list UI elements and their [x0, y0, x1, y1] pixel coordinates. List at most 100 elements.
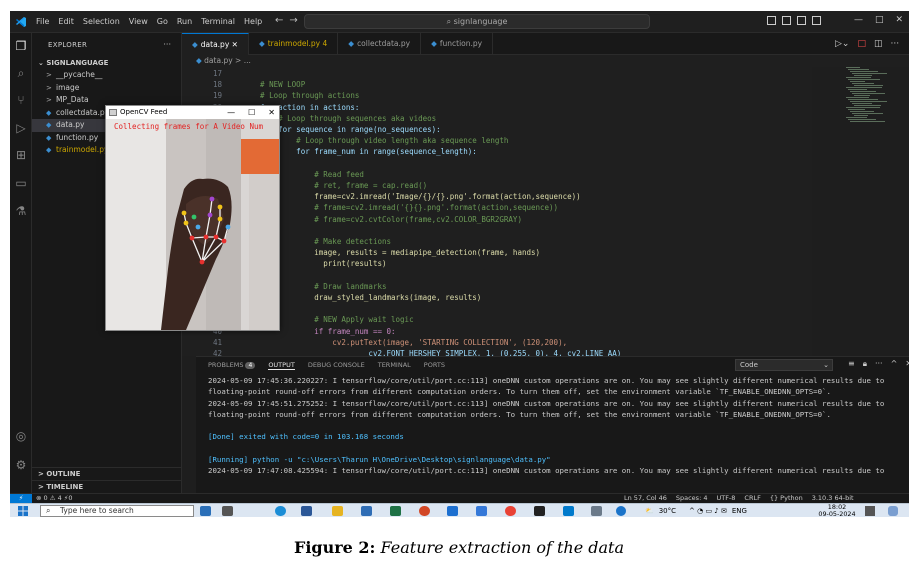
explorer-more-button[interactable]: ···	[163, 33, 171, 57]
status-item[interactable]: 3.10.3 64-bit	[812, 494, 854, 503]
line-number: 41	[212, 337, 222, 347]
menu-item-view[interactable]: View	[129, 17, 148, 26]
search-icon[interactable]: ⌕	[14, 66, 28, 80]
menu-item-selection[interactable]: Selection	[83, 17, 120, 26]
editor-tab[interactable]: ◆ collectdata.py	[338, 33, 422, 55]
file-explorer-icon[interactable]	[332, 506, 343, 516]
status-item[interactable]: Ln 57, Col 46	[624, 494, 667, 503]
opencv-close-button[interactable]: ✕	[268, 106, 275, 119]
taskbar-app-icon[interactable]	[200, 506, 211, 516]
toggle-secondary-sidebar-icon[interactable]	[797, 16, 806, 25]
task-view-icon[interactable]	[222, 506, 233, 516]
panel-tab-ports[interactable]: PORTS	[424, 361, 445, 369]
status-item[interactable]: Spaces: 4	[676, 494, 708, 503]
file-tree-item[interactable]: > __pycache__	[32, 69, 181, 82]
help-icon[interactable]	[616, 506, 626, 516]
notifications-icon[interactable]	[865, 506, 875, 516]
panel-tab-problems[interactable]: PROBLEMS 4	[208, 361, 256, 369]
explorer-icon[interactable]: ❐	[14, 39, 28, 53]
file-tree-label: trainmodel.py	[56, 145, 109, 154]
menu-item-terminal[interactable]: Terminal	[201, 17, 235, 26]
powerpoint-icon[interactable]	[419, 506, 430, 516]
opencv-maximize-button[interactable]: ☐	[248, 106, 255, 119]
testing-icon[interactable]: ⚗	[14, 204, 28, 218]
status-item[interactable]: {} Python	[770, 494, 803, 503]
opencv-feed-window[interactable]: OpenCV Feed — ☐ ✕ Collecting frames for …	[105, 105, 280, 331]
output-channel-select[interactable]: Code ⌄	[735, 359, 833, 371]
toggle-sidebar-icon[interactable]	[767, 16, 776, 25]
word-icon[interactable]	[301, 506, 312, 516]
opencv-title-bar[interactable]: OpenCV Feed — ☐ ✕	[106, 106, 279, 119]
editor-tab[interactable]: ◆ trainmodel.py 4	[249, 33, 339, 55]
split-editor-icon[interactable]: ◫	[874, 39, 883, 49]
more-icon[interactable]: ···	[875, 359, 883, 369]
output-line: floating-point round-off errors from dif…	[208, 409, 831, 419]
outline-section[interactable]: > OUTLINE	[32, 467, 182, 480]
settings-gear-icon[interactable]: ⚙	[14, 458, 28, 472]
menu-item-help[interactable]: Help	[244, 17, 262, 26]
lock-icon[interactable]: 🔒︎	[863, 359, 867, 369]
status-item[interactable]: CRLF	[744, 494, 760, 503]
windows-start-icon[interactable]	[18, 506, 28, 516]
taskbar-clock[interactable]: 18:02 09-05-2024	[816, 504, 858, 518]
maximize-panel-icon[interactable]: ^	[891, 359, 898, 369]
vscode-window: File Edit Selection View Go Run Terminal Help ←…	[10, 11, 909, 517]
tray-icons[interactable]: ^ ◔ ▭ ♪ ✉	[689, 507, 727, 515]
workspace-folder[interactable]: ⌄ SIGNLANGUAGE	[32, 57, 181, 69]
minimap[interactable]	[842, 67, 898, 127]
python-taskbar-icon[interactable]	[591, 506, 602, 516]
minimap-line	[846, 117, 867, 118]
taskbar-search-box[interactable]: ⌕ Type here to search	[40, 505, 194, 517]
panel-tab-output[interactable]: OUTPUT	[268, 361, 295, 370]
minimize-button[interactable]: —	[854, 15, 863, 25]
close-button[interactable]: ✕	[895, 15, 903, 25]
filter-icon[interactable]: ≡	[848, 359, 855, 369]
file-tree-item[interactable]: > image	[32, 82, 181, 95]
editor-tab[interactable]: ◆ function.py	[421, 33, 494, 55]
terminal-icon[interactable]	[534, 506, 545, 516]
store-icon[interactable]	[476, 506, 487, 516]
toggle-panel-icon[interactable]	[782, 16, 791, 25]
account-icon[interactable]: ◎	[14, 429, 28, 443]
edge-icon[interactable]	[275, 506, 286, 516]
vscode-taskbar-icon[interactable]	[563, 506, 574, 516]
mail-icon[interactable]	[361, 506, 372, 516]
weather-icon[interactable]: ⛅	[645, 507, 654, 515]
menu-item-run[interactable]: Run	[177, 17, 192, 26]
chrome-icon[interactable]	[505, 506, 516, 516]
command-center-search[interactable]: ⌕ signlanguage	[304, 14, 650, 29]
minimap-line	[846, 77, 871, 78]
weather-temp[interactable]: 30°C	[659, 507, 676, 515]
run-file-icon[interactable]: ▷⌄	[835, 39, 849, 49]
breadcrumb[interactable]: ◆ data.py > ...	[182, 55, 909, 67]
customize-layout-icon[interactable]	[812, 16, 821, 25]
remote-explorer-icon[interactable]: ▭	[14, 176, 28, 190]
opencv-minimize-button[interactable]: —	[227, 106, 235, 119]
figure-caption: Figure 2: Feature extraction of the data	[0, 538, 918, 557]
excel-icon[interactable]	[390, 506, 401, 516]
menu-item-file[interactable]: File	[36, 17, 49, 26]
extensions-icon[interactable]: ⊞	[14, 148, 28, 162]
stop-icon[interactable]: □	[857, 39, 866, 49]
status-item[interactable]: UTF-8	[716, 494, 735, 503]
source-control-icon[interactable]: ⑂	[14, 93, 28, 107]
panel-tab-debug-console[interactable]: DEBUG CONSOLE	[308, 361, 365, 369]
layout-controls[interactable]	[767, 16, 821, 25]
copilot-icon[interactable]	[888, 506, 898, 516]
timeline-section[interactable]: > TIMELINE	[32, 480, 182, 493]
panel-tab-terminal[interactable]: TERMINAL	[378, 361, 411, 369]
close-panel-icon[interactable]: ✕	[905, 359, 909, 369]
editor-tab[interactable]: ◆ data.py ✕	[182, 33, 249, 55]
zoom-icon[interactable]	[447, 506, 458, 516]
output-log[interactable]: 2024-05-09 17:45:36.220227: I tensorflow…	[208, 375, 904, 477]
menu-item-go[interactable]: Go	[157, 17, 168, 26]
menu-item-edit[interactable]: Edit	[58, 17, 74, 26]
maximize-button[interactable]: □	[875, 15, 884, 25]
close-tab-icon[interactable]: ✕	[229, 40, 238, 49]
more-actions-icon[interactable]: ···	[891, 39, 900, 49]
run-debug-icon[interactable]: ▷	[14, 121, 28, 135]
nav-arrows-icon[interactable]: ←→	[275, 15, 304, 26]
language-indicator[interactable]: ENG	[732, 507, 747, 515]
line-number: 17	[212, 69, 222, 78]
problems-status[interactable]: ⊗ 0 ⚠ 4 ⚡0	[36, 494, 73, 503]
